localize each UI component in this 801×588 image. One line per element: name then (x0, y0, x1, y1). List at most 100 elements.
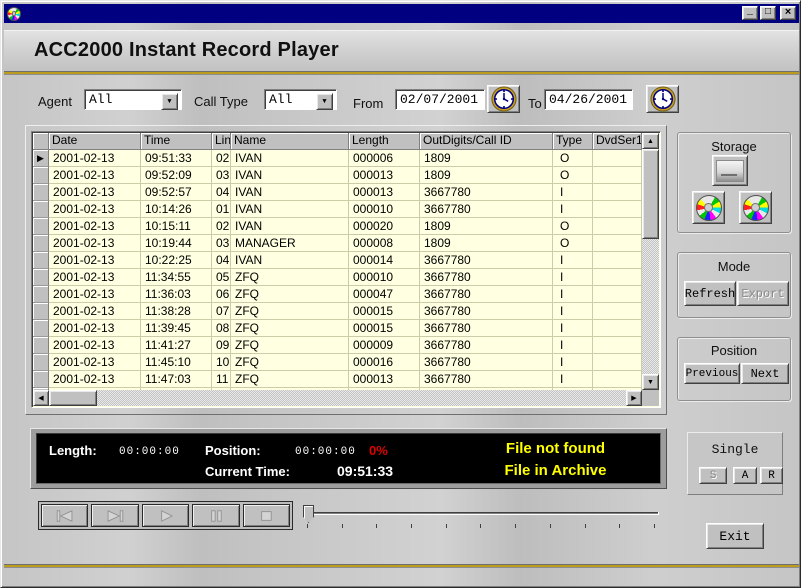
agent-select[interactable]: All ▼ (84, 89, 182, 110)
scroll-right-button[interactable]: ▶ (626, 390, 642, 406)
table-row[interactable]: 2001-02-1310:14:2601IVAN0000103667780I (33, 201, 642, 218)
single-title: Single (688, 442, 782, 457)
cell: 2001-02-13 (49, 320, 141, 337)
row-selector[interactable] (33, 201, 49, 218)
minimize-button[interactable]: _ (742, 6, 758, 20)
cell: 000010 (349, 201, 420, 218)
cell (593, 320, 642, 337)
row-selector[interactable] (33, 320, 49, 337)
export-button[interactable]: Export (737, 281, 789, 306)
table-row[interactable]: 2001-02-1310:15:1102IVAN0000201809O (33, 218, 642, 235)
cell: ZFQ (231, 303, 349, 320)
to-date-picker-button[interactable] (646, 85, 679, 113)
table-row[interactable]: 2001-02-1311:36:0306ZFQ0000473667780I (33, 286, 642, 303)
column-header-outdigits-call-id[interactable]: OutDigits/Call ID (420, 133, 553, 150)
cell (593, 235, 642, 252)
table-row[interactable]: 2001-02-1309:52:0903IVAN0000131809O (33, 167, 642, 184)
cell: O (553, 167, 593, 184)
previous-button[interactable]: Previous (684, 363, 740, 384)
call-type-select[interactable]: All ▼ (264, 89, 337, 110)
vertical-scroll-thumb[interactable] (642, 149, 659, 239)
single-s-button[interactable]: S (699, 467, 727, 484)
cell: 10:22:25 (141, 252, 212, 269)
from-label: From (353, 96, 383, 111)
stop-button[interactable] (243, 504, 290, 527)
next-button[interactable]: Next (741, 363, 789, 384)
cell: 04 (212, 184, 231, 201)
scroll-down-button[interactable]: ▼ (642, 374, 659, 390)
row-selector[interactable] (33, 286, 49, 303)
chevron-down-icon: ▼ (167, 98, 171, 106)
drive-storage-button[interactable] (712, 155, 748, 186)
horizontal-scroll-thumb[interactable] (49, 390, 97, 406)
row-selector[interactable] (33, 269, 49, 286)
table-row[interactable]: 2001-02-1311:38:2807ZFQ0000153667780I (33, 303, 642, 320)
cell (593, 167, 642, 184)
row-selector[interactable] (33, 218, 49, 235)
to-date-input[interactable] (544, 89, 633, 110)
table-row[interactable]: 2001-02-1309:52:5704IVAN0000133667780I (33, 184, 642, 201)
from-date-picker-button[interactable] (487, 85, 520, 113)
arrow-right-icon: ▶ (631, 394, 636, 402)
footer-accent-line (4, 564, 799, 568)
pause-button[interactable] (192, 504, 239, 527)
call-type-dropdown-button[interactable]: ▼ (316, 93, 333, 110)
row-selector[interactable] (33, 303, 49, 320)
skip-to-end-button[interactable] (91, 504, 138, 527)
column-header-line[interactable]: Line (212, 133, 231, 150)
row-selector[interactable] (33, 235, 49, 252)
single-a-button[interactable]: A (733, 467, 757, 484)
column-header-type[interactable]: Type (553, 133, 593, 150)
table-row[interactable]: 2001-02-1311:45:1010ZFQ0000163667780I (33, 354, 642, 371)
cd-storage-button-2[interactable] (739, 191, 772, 224)
horizontal-scrollbar[interactable]: ◀ ▶ (33, 390, 642, 406)
column-header-time[interactable]: Time (141, 133, 212, 150)
maximize-button[interactable]: □ (760, 6, 776, 20)
slider-tick (619, 524, 620, 528)
column-header-date[interactable]: Date (49, 133, 141, 150)
exit-button[interactable]: Exit (706, 523, 764, 549)
cell: 01 (212, 201, 231, 218)
column-header-dvdser1[interactable]: DvdSer1 (593, 133, 642, 150)
cell: 2001-02-13 (49, 354, 141, 371)
status-line-2: File in Archive (463, 460, 648, 482)
table-row[interactable]: 2001-02-1311:41:2709ZFQ0000093667780I (33, 337, 642, 354)
column-header-length[interactable]: Length (349, 133, 420, 150)
table-row[interactable]: 2001-02-1311:47:0311ZFQ0000133667780I (33, 371, 642, 388)
cell (593, 354, 642, 371)
single-r-button[interactable]: R (760, 467, 783, 484)
row-selector[interactable]: ▶ (33, 150, 49, 167)
from-date-input[interactable] (395, 89, 485, 110)
row-selector[interactable] (33, 184, 49, 201)
table-row[interactable]: 2001-02-1311:39:4508ZFQ0000153667780I (33, 320, 642, 337)
cell: IVAN (231, 218, 349, 235)
table-row[interactable]: 2001-02-1311:34:5505ZFQ0000103667780I (33, 269, 642, 286)
cell: I (553, 286, 593, 303)
cell: 000047 (349, 286, 420, 303)
slider-groove[interactable] (305, 512, 659, 515)
slider-tick (515, 524, 516, 528)
cd-storage-button-1[interactable] (692, 191, 725, 224)
skip-to-start-button[interactable] (41, 504, 88, 527)
slider-thumb[interactable] (303, 505, 314, 523)
row-selector[interactable] (33, 354, 49, 371)
row-selector[interactable] (33, 167, 49, 184)
cell: 10:14:26 (141, 201, 212, 218)
close-button[interactable]: × (780, 6, 796, 20)
agent-dropdown-button[interactable]: ▼ (161, 93, 178, 110)
row-selector[interactable] (33, 371, 49, 388)
column-header-name[interactable]: Name (231, 133, 349, 150)
cell: 11:41:27 (141, 337, 212, 354)
refresh-button[interactable]: Refresh (684, 281, 736, 306)
row-selector[interactable] (33, 337, 49, 354)
row-selector[interactable] (33, 252, 49, 269)
table-row[interactable]: 2001-02-1310:19:4403MANAGER0000081809O (33, 235, 642, 252)
seek-slider[interactable] (299, 503, 663, 531)
table-row[interactable]: ▶2001-02-1309:51:3302IVAN0000061809O (33, 150, 642, 167)
table-row[interactable]: 2001-02-1310:22:2504IVAN0000143667780I (33, 252, 642, 269)
call-type-value: All (269, 92, 315, 107)
scroll-up-button[interactable]: ▲ (642, 133, 659, 149)
vertical-scrollbar[interactable]: ▲ ▼ (642, 133, 659, 390)
scroll-left-button[interactable]: ◀ (33, 390, 49, 406)
play-button[interactable] (142, 504, 189, 527)
